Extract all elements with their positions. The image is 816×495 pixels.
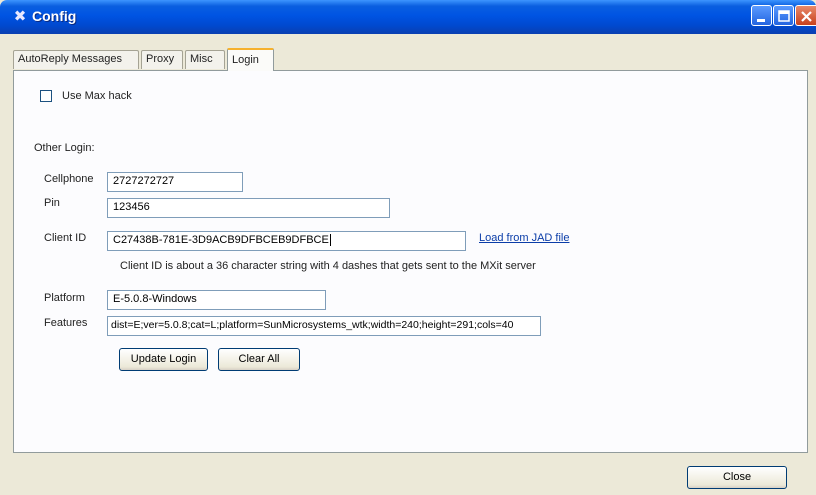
text-caret bbox=[329, 234, 331, 247]
dialog-footer: Close bbox=[0, 453, 816, 495]
title-bar[interactable]: ✖ Config bbox=[0, 0, 816, 34]
tab-login[interactable]: Login bbox=[227, 48, 274, 71]
close-window-button[interactable] bbox=[795, 5, 816, 26]
close-button[interactable]: Close bbox=[687, 466, 787, 489]
cellphone-input[interactable]: 2727272727 bbox=[107, 172, 243, 192]
app-icon: ✖ bbox=[13, 8, 27, 25]
minimize-button[interactable] bbox=[751, 5, 772, 26]
pin-input[interactable]: 123456 bbox=[107, 198, 390, 218]
use-max-hack-checkbox[interactable] bbox=[40, 90, 52, 102]
client-id-input[interactable]: C27438B-781E-3D9ACB9DFBCEB9DFBCE bbox=[107, 231, 466, 251]
maximize-button[interactable] bbox=[773, 5, 794, 26]
platform-label: Platform bbox=[44, 292, 85, 304]
other-login-label: Other Login: bbox=[34, 142, 95, 154]
close-icon bbox=[801, 11, 812, 22]
client-id-hint: Client ID is about a 36 character string… bbox=[120, 260, 536, 272]
client-id-value: C27438B-781E-3D9ACB9DFBCEB9DFBCE bbox=[113, 234, 329, 246]
config-window: ✖ Config AutoReply Messages Proxy Misc L… bbox=[0, 0, 816, 495]
maximize-icon bbox=[778, 10, 790, 22]
window-title: Config bbox=[32, 8, 77, 24]
cellphone-label: Cellphone bbox=[44, 173, 94, 185]
pin-label: Pin bbox=[44, 197, 60, 209]
client-id-label: Client ID bbox=[44, 232, 87, 244]
load-from-jad-link[interactable]: Load from JAD file bbox=[479, 232, 569, 244]
tab-misc[interactable]: Misc bbox=[185, 50, 225, 69]
use-max-hack-label: Use Max hack bbox=[62, 90, 132, 102]
platform-input[interactable]: E-5.0.8-Windows bbox=[107, 290, 326, 310]
tab-proxy[interactable]: Proxy bbox=[141, 50, 183, 69]
features-input[interactable]: dist=E;ver=5.0.8;cat=L;platform=SunMicro… bbox=[107, 316, 541, 336]
minimize-icon bbox=[757, 19, 765, 22]
tab-autoreply-messages[interactable]: AutoReply Messages bbox=[13, 50, 139, 69]
clear-all-button[interactable]: Clear All bbox=[218, 348, 300, 371]
features-label: Features bbox=[44, 317, 88, 329]
update-login-button[interactable]: Update Login bbox=[119, 348, 208, 371]
